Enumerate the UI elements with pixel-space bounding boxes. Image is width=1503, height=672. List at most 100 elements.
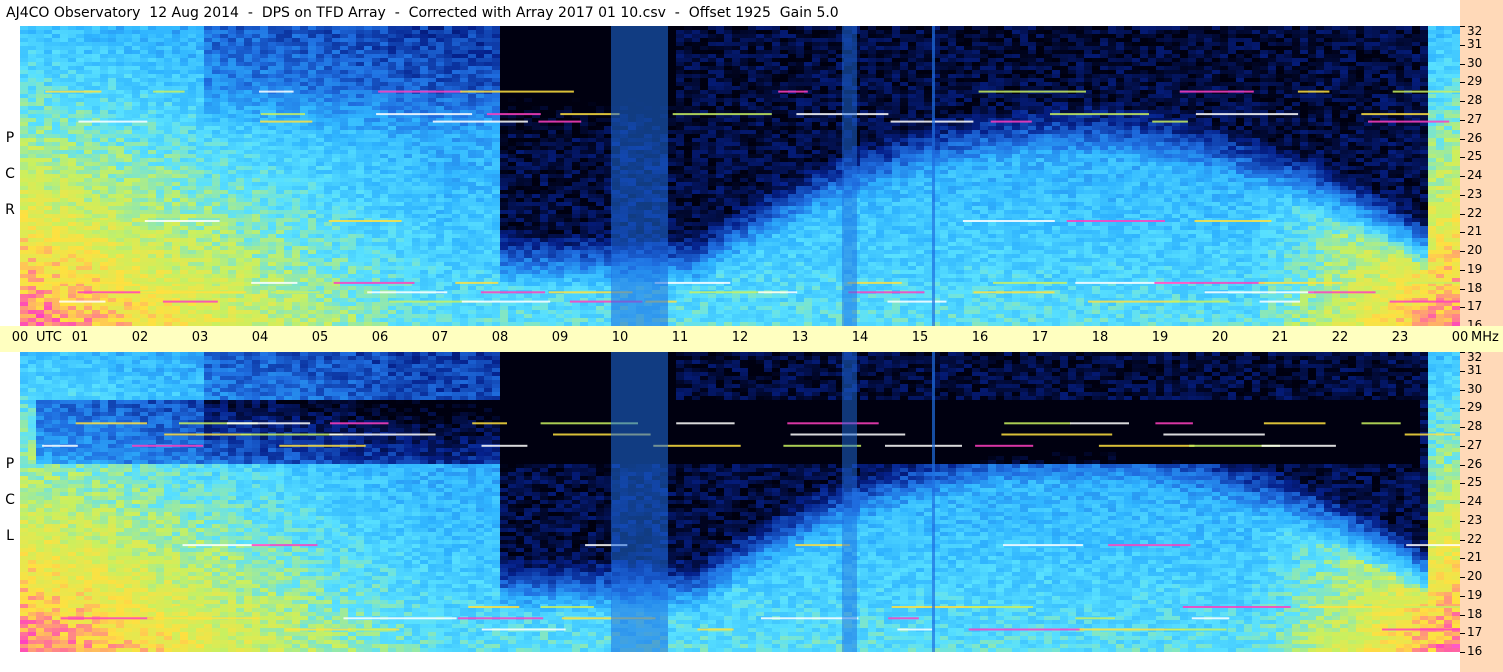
spectrogram-cell	[516, 102, 525, 107]
spectrogram-cell	[116, 254, 125, 259]
spectrogram-cell	[220, 202, 229, 207]
spectrogram-cell	[156, 94, 165, 99]
spectrogram-cell	[180, 30, 189, 35]
spectrogram-cell	[364, 202, 373, 207]
spectrogram-cell	[228, 146, 237, 151]
spectrogram-cell	[548, 162, 557, 167]
spectrogram-cell	[60, 170, 69, 175]
spectrogram-cell	[380, 274, 389, 279]
spectrogram-cell	[84, 114, 93, 119]
spectrogram-cell	[364, 226, 373, 231]
spectrogram-cell	[68, 138, 77, 143]
spectrogram-cell	[308, 94, 317, 99]
spectrogram-cell	[228, 310, 237, 315]
spectrogram-cell	[252, 98, 261, 103]
spectrogram-cell	[380, 46, 389, 51]
spectrogram-cell	[532, 146, 541, 151]
spectrogram-cell	[444, 238, 453, 243]
spectrogram-cell	[388, 318, 397, 323]
spectrogram-cell	[84, 50, 93, 55]
spectrogram-cell	[124, 210, 133, 215]
spectrogram-cell	[420, 242, 429, 247]
spectrogram-cell	[44, 130, 53, 135]
spectrogram-cell	[532, 198, 541, 203]
spectrogram-cell	[492, 86, 501, 91]
spectrogram-cell	[220, 86, 229, 91]
spectrogram-cell	[308, 270, 317, 275]
spectrogram-cell	[132, 86, 141, 91]
spectrogram-cell	[444, 50, 453, 55]
spectrogram-cell	[164, 186, 173, 191]
spectrogram-cell	[388, 226, 397, 231]
spectrogram-cell	[124, 178, 133, 183]
spectrogram-cell	[212, 158, 221, 163]
spectrogram-cell	[548, 114, 557, 119]
spectrogram-cell	[372, 318, 381, 323]
spectrogram-cell	[220, 70, 229, 75]
spectrogram-cell	[164, 230, 173, 235]
spectrogram-cell	[212, 286, 221, 291]
spectrogram-cell	[292, 58, 301, 63]
spectrogram-cell	[316, 82, 325, 87]
spectrogram-cell	[524, 126, 533, 131]
spectrogram-cell	[60, 154, 69, 159]
spectrogram-cell	[212, 38, 221, 43]
spectrogram-cell	[60, 214, 69, 219]
spectrogram-cell	[140, 94, 149, 99]
spectrogram-cell	[508, 246, 517, 251]
spectrogram-cell	[76, 26, 85, 31]
spectrogram-cell	[484, 262, 493, 267]
spectrogram-cell	[76, 310, 85, 315]
spectrogram-cell	[428, 94, 437, 99]
spectrogram-cell	[436, 314, 445, 319]
spectrogram-cell	[356, 170, 365, 175]
spectrogram-cell	[436, 34, 445, 39]
spectrogram-cell	[68, 102, 77, 107]
spectrogram-cell	[356, 226, 365, 231]
spectrogram-cell	[220, 30, 229, 35]
spectrogram-cell	[332, 46, 341, 51]
spectrogram-cell	[428, 126, 437, 131]
spectrogram-cell	[284, 58, 293, 63]
spectrogram-cell	[364, 314, 373, 319]
spectrogram-cell	[436, 70, 445, 75]
spectrogram-cell	[316, 42, 325, 47]
spectrogram-cell	[532, 102, 541, 107]
spectrogram-cell	[124, 194, 133, 199]
spectrogram-cell	[228, 70, 237, 75]
spectrogram-cell	[228, 210, 237, 215]
spectrogram-cell	[140, 122, 149, 127]
spectrogram-cell	[436, 166, 445, 171]
spectrogram-cell	[452, 158, 461, 163]
spectrogram-cell	[148, 150, 157, 155]
spectrogram-cell	[468, 86, 477, 91]
spectrogram-cell	[156, 150, 165, 155]
spectrogram-cell	[204, 58, 213, 63]
spectrogram-cell	[196, 130, 205, 135]
spectrogram-cell	[292, 50, 301, 55]
spectrogram-cell	[532, 70, 541, 75]
spectrogram-cell	[548, 46, 557, 51]
spectrogram-cell	[380, 38, 389, 43]
spectrogram-cell	[132, 194, 141, 199]
spectrogram-cell	[348, 262, 357, 267]
spectrogram-cell	[28, 74, 37, 79]
spectrogram-cell	[468, 262, 477, 267]
spectrogram-cell	[420, 58, 429, 63]
spectrogram-cell	[260, 210, 269, 215]
spectrogram-cell	[20, 218, 29, 223]
spectrogram-cell	[452, 194, 461, 199]
spectrogram-cell	[204, 146, 213, 151]
spectrogram-cell	[268, 254, 277, 259]
spectrogram-cell	[388, 78, 397, 83]
spectrogram-cell	[300, 298, 309, 303]
spectrogram-cell	[484, 138, 493, 143]
spectrogram-cell	[412, 54, 421, 59]
spectrogram-cell	[276, 266, 285, 271]
spectrogram-cell	[244, 122, 253, 127]
spectrogram-cell	[84, 274, 93, 279]
spectrogram-cell	[372, 82, 381, 87]
spectrogram-cell	[372, 174, 381, 179]
spectrogram-cell	[412, 122, 421, 127]
spectrogram-cell	[388, 138, 397, 143]
